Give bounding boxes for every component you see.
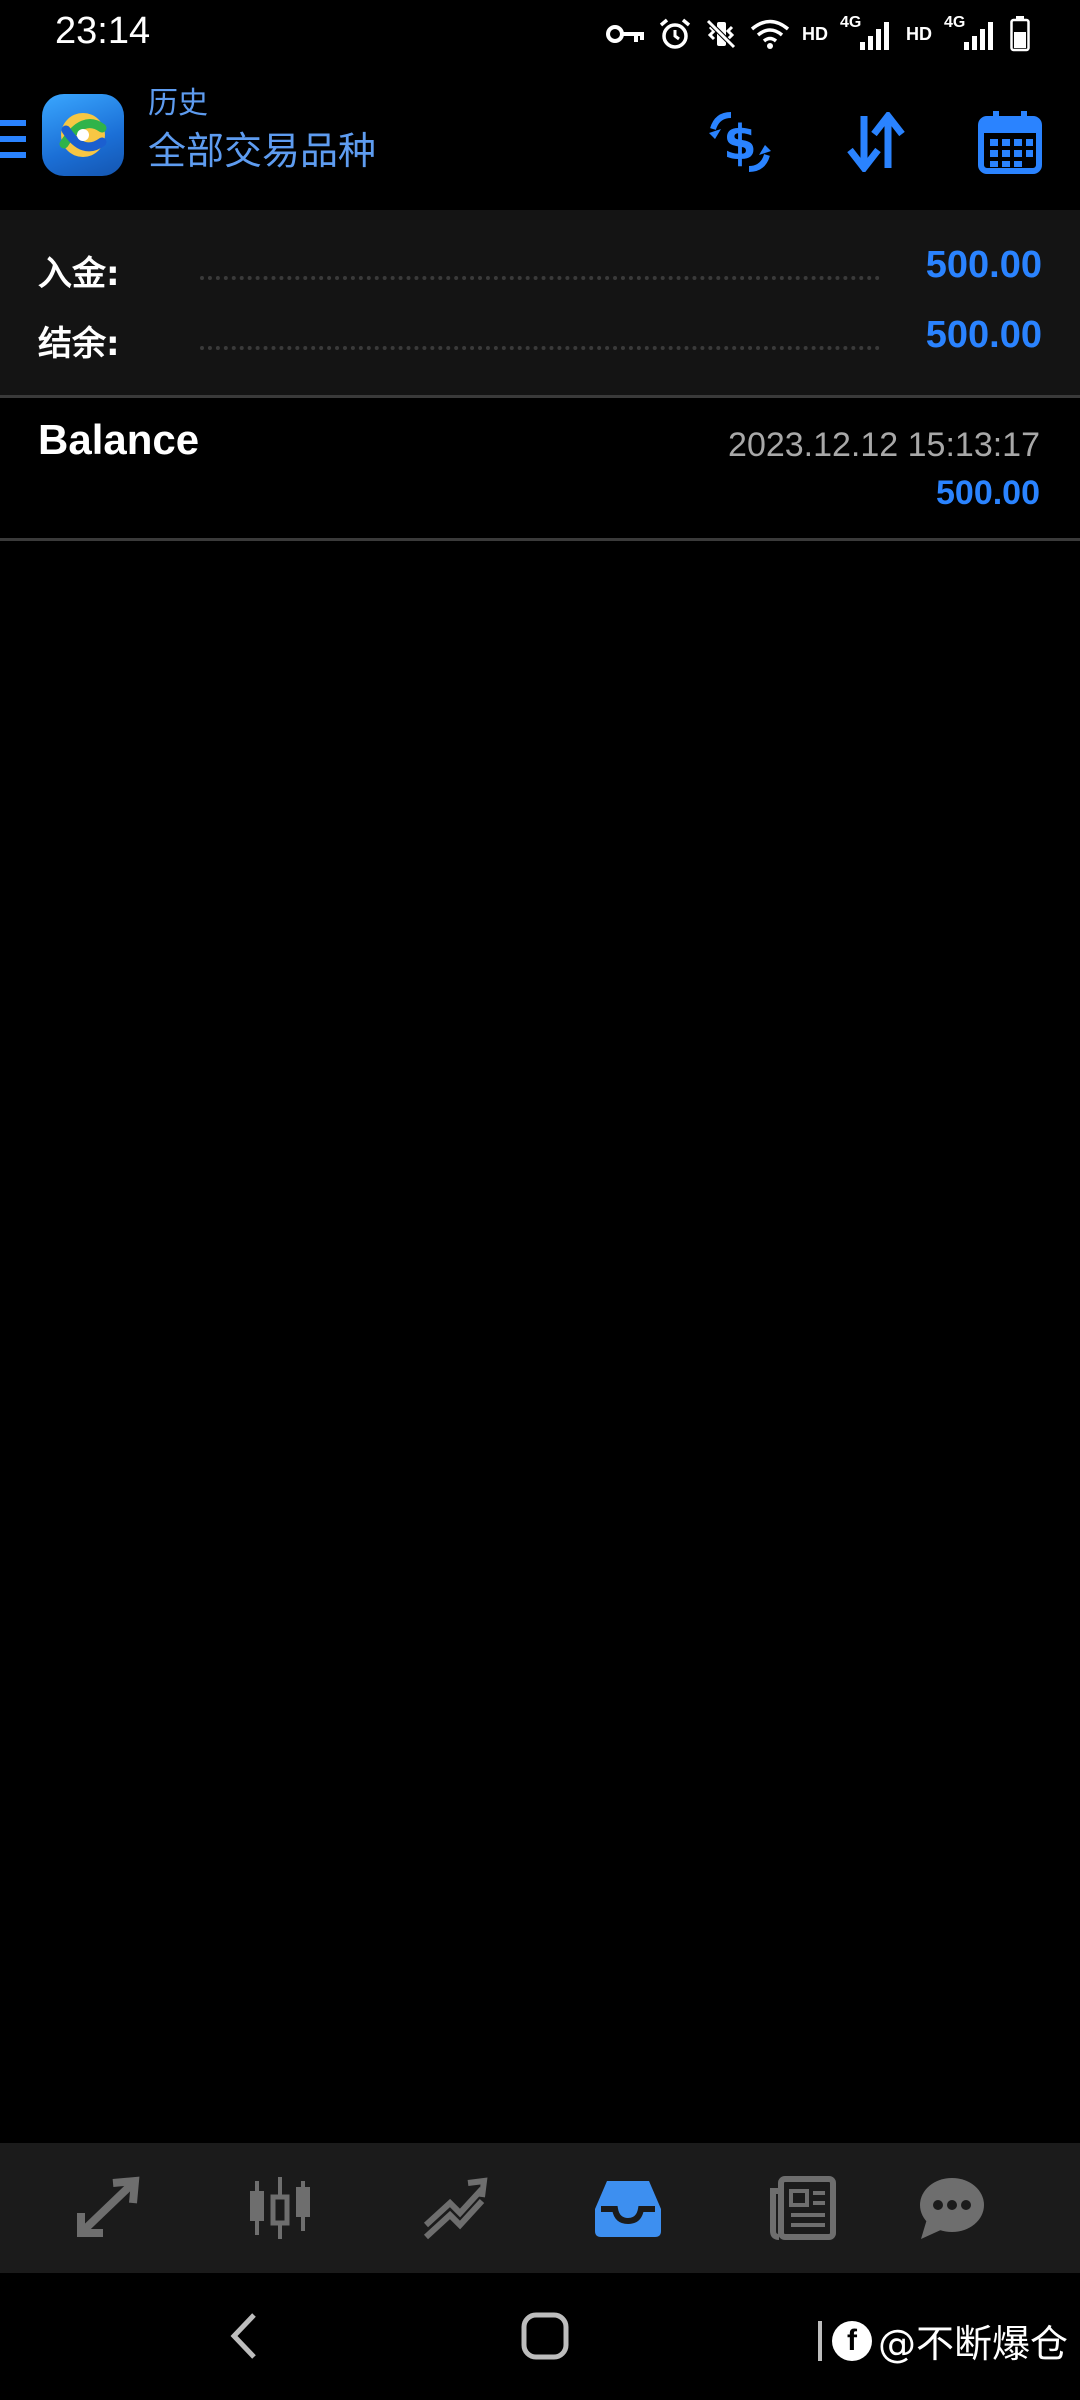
status-time: 23:14 xyxy=(55,10,151,52)
vibrate-icon xyxy=(706,19,736,49)
account-summary: 入金: 500.00 结余: 500.00 xyxy=(0,210,1080,395)
home-icon[interactable] xyxy=(520,2311,570,2361)
deposit-label: 入金: xyxy=(38,254,120,294)
history-icon xyxy=(595,2181,661,2237)
vpn-key-icon xyxy=(606,25,644,43)
chat-icon xyxy=(920,2178,984,2239)
toolbar: $ xyxy=(700,102,1080,182)
app-bar: 历史 全部交易品种 $ xyxy=(0,70,1080,208)
system-nav: f @不断爆仓 xyxy=(0,2273,1080,2400)
deal-type: Balance xyxy=(38,416,200,463)
dotted-leader xyxy=(200,346,880,350)
quotes-icon xyxy=(77,2176,140,2237)
summary-row-deposit: 入金: 500.00 xyxy=(0,234,1080,304)
calendar-button[interactable] xyxy=(970,102,1050,182)
facebook-logo-icon: f xyxy=(831,2320,872,2361)
deal-amount: 500.00 xyxy=(936,474,1040,512)
status-bar: 23:14 HD 4G HD 4G xyxy=(0,0,1080,68)
watermark-text: @不断爆仓 xyxy=(877,2322,1068,2366)
back-icon[interactable] xyxy=(226,2311,262,2361)
signal-group-1: 4G xyxy=(840,14,894,54)
wifi-icon xyxy=(750,19,790,49)
balance-value: 500.00 xyxy=(925,314,1042,356)
signal-icon-2 xyxy=(964,22,993,50)
dotted-leader xyxy=(200,276,880,280)
deal-row[interactable]: Balance 2023.12.12 15:13:17 500.00 xyxy=(0,398,1080,538)
app-logo[interactable] xyxy=(42,94,124,176)
signal-icon xyxy=(860,22,889,50)
bottom-nav xyxy=(0,2143,1080,2273)
signal-group-2: 4G xyxy=(944,14,998,54)
title-block[interactable]: 历史 全部交易品种 xyxy=(148,86,376,177)
page-subtitle: 历史 xyxy=(148,86,208,121)
hd-indicator-2: HD xyxy=(906,23,932,44)
status-icons: HD 4G HD 4G xyxy=(606,12,1030,56)
menu-icon[interactable] xyxy=(0,118,28,162)
nav-chat[interactable] xyxy=(912,2171,992,2245)
nav-chart[interactable] xyxy=(240,2171,320,2245)
sort-button[interactable] xyxy=(836,102,916,182)
hd-indicator: HD xyxy=(802,23,828,44)
chart-icon xyxy=(250,2177,310,2239)
sort-icon xyxy=(847,112,905,172)
news-icon xyxy=(770,2176,836,2240)
nav-history[interactable] xyxy=(588,2171,668,2245)
nav-trade[interactable] xyxy=(415,2171,495,2245)
divider xyxy=(0,538,1080,541)
calendar-icon xyxy=(978,111,1042,174)
deposit-value: 500.00 xyxy=(925,244,1042,286)
metatrader-logo-icon xyxy=(59,113,107,157)
svg-text:$: $ xyxy=(723,115,756,171)
currency-exchange-icon: $ xyxy=(709,112,771,172)
currency-filter-button[interactable]: $ xyxy=(700,102,780,182)
nav-quotes[interactable] xyxy=(68,2171,148,2245)
trade-icon xyxy=(423,2177,488,2240)
battery-icon xyxy=(1010,16,1030,52)
watermark: f @不断爆仓 xyxy=(817,2313,1068,2368)
recents-bar-fragment xyxy=(817,2320,822,2361)
summary-row-balance: 结余: 500.00 xyxy=(0,304,1080,374)
deal-time: 2023.12.12 15:13:17 xyxy=(728,426,1040,464)
nav-news[interactable] xyxy=(762,2171,842,2245)
balance-label: 结余: xyxy=(38,324,120,364)
symbol-filter-title[interactable]: 全部交易品种 xyxy=(148,126,376,177)
alarm-icon xyxy=(659,18,691,49)
